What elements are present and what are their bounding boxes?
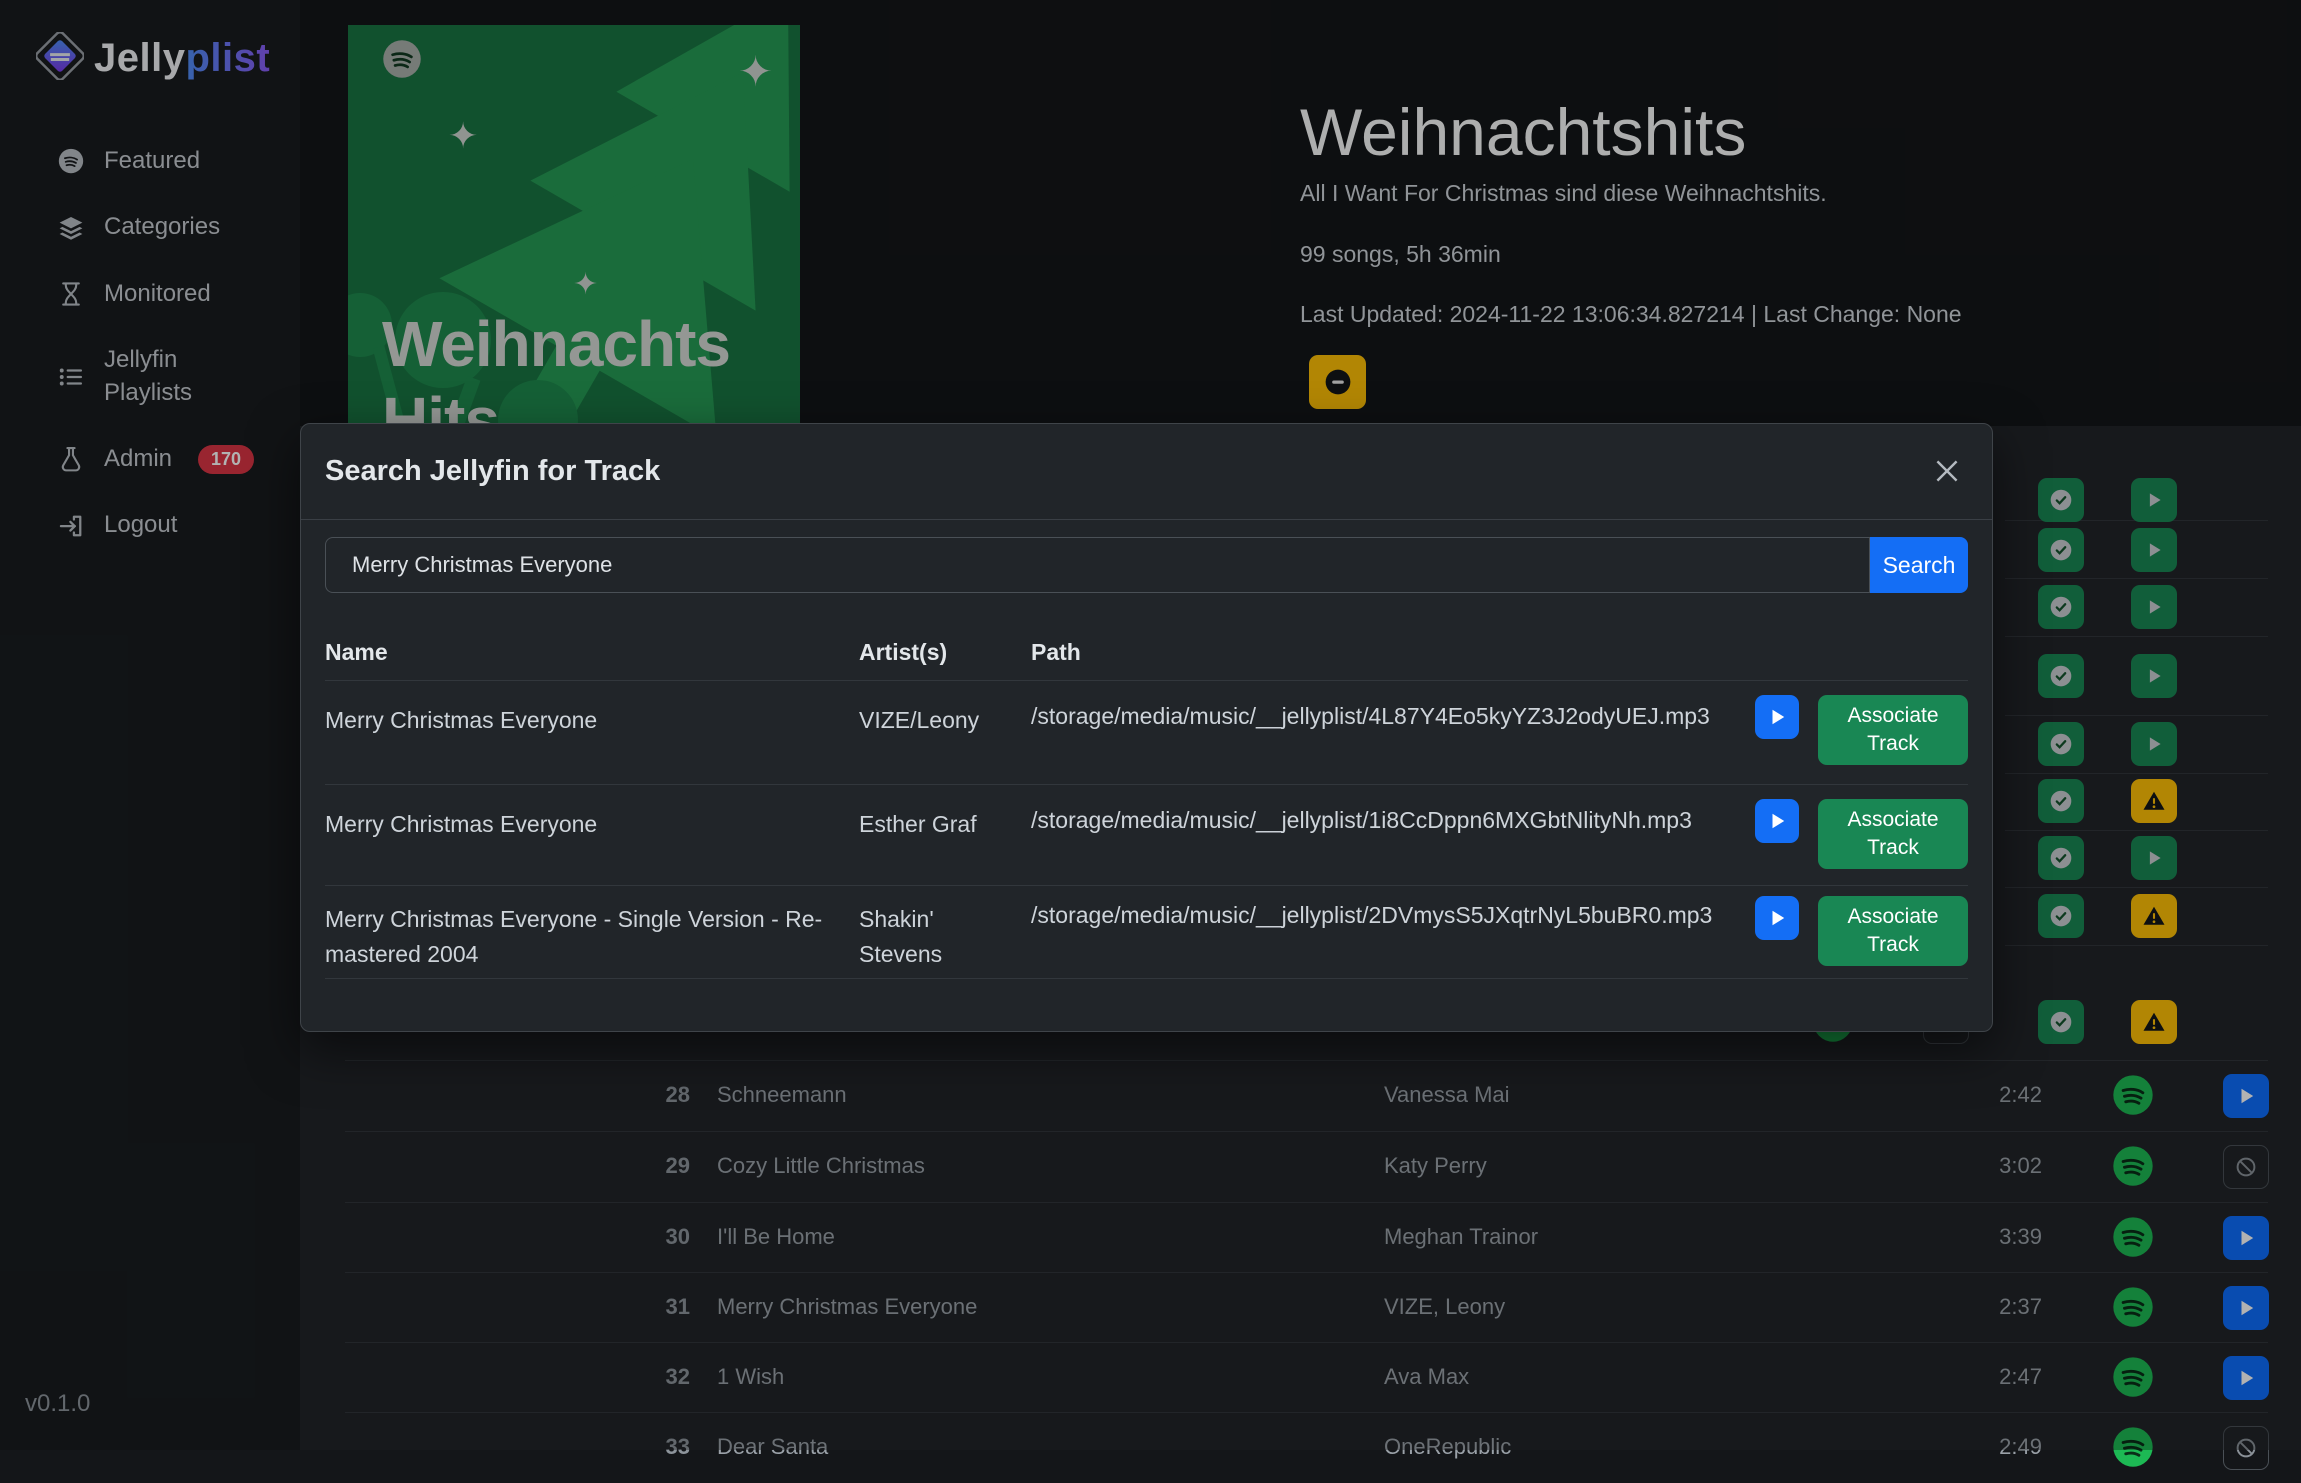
search-jellyfin-modal: Search Jellyfin for Track Search Name Ar… (300, 423, 1993, 1032)
modal-body: Search Name Artist(s) Path Merry Christm… (301, 537, 1992, 979)
preview-play-button[interactable] (1755, 799, 1799, 843)
results-table: Name Artist(s) Path Merry Christmas Ever… (325, 625, 1968, 979)
column-header-name: Name (325, 639, 859, 666)
result-artists: Esther Graf (859, 785, 1031, 885)
result-path: /storage/media/music/__jellyplist/2DVmys… (1031, 886, 1730, 978)
modal-title: Search Jellyfin for Track (325, 455, 660, 488)
result-path: /storage/media/music/__jellyplist/1i8CcD… (1031, 785, 1730, 885)
result-row: Merry Christmas Everyone VIZE/Leony /sto… (325, 681, 1968, 785)
search-input[interactable] (325, 537, 1870, 593)
associate-track-button[interactable]: Associate Track (1818, 695, 1968, 765)
result-name: Merry Christmas Everyone (325, 785, 859, 885)
results-table-header: Name Artist(s) Path (325, 625, 1968, 681)
result-artists: Shakin' Stevens (859, 886, 1031, 978)
result-row: Merry Christmas Everyone Esther Graf /st… (325, 785, 1968, 886)
result-name: Merry Christmas Everyone - Single Versio… (325, 886, 859, 978)
result-row: Merry Christmas Everyone - Single Versio… (325, 886, 1968, 979)
column-header-artists: Artist(s) (859, 639, 1031, 666)
close-icon[interactable] (1930, 455, 1964, 489)
result-path: /storage/media/music/__jellyplist/4L87Y4… (1031, 681, 1730, 784)
result-artists: VIZE/Leony (859, 681, 1031, 784)
modal-header: Search Jellyfin for Track (301, 424, 1992, 520)
associate-track-button[interactable]: Associate Track (1818, 799, 1968, 869)
column-header-path: Path (1031, 639, 1730, 666)
result-name: Merry Christmas Everyone (325, 681, 859, 784)
search-button[interactable]: Search (1870, 537, 1968, 593)
associate-track-button[interactable]: Associate Track (1818, 896, 1968, 966)
preview-play-button[interactable] (1755, 896, 1799, 940)
preview-play-button[interactable] (1755, 695, 1799, 739)
